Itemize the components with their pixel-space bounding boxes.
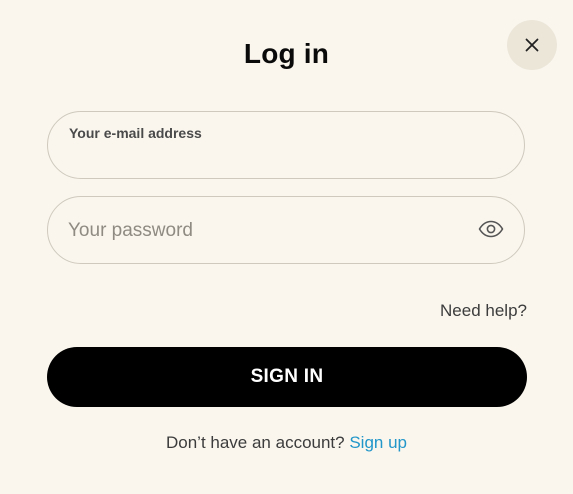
need-help-link[interactable]: Need help? (440, 301, 527, 321)
eye-icon (478, 220, 504, 243)
password-field[interactable] (47, 196, 525, 264)
email-input[interactable] (68, 144, 464, 170)
sign-up-link[interactable]: Sign up (349, 433, 407, 452)
show-password-button[interactable] (478, 218, 504, 244)
email-field[interactable]: Your e-mail address (47, 111, 525, 179)
page-title: Log in (243, 38, 330, 69)
sign-in-button[interactable]: SIGN IN (47, 347, 527, 407)
email-field-label: Your e-mail address (69, 125, 202, 141)
login-dialog: Log in Your e-mail address Need help? SI… (0, 0, 573, 494)
signup-prompt-text: Don’t have an account? (165, 433, 345, 452)
signup-prompt: Don’t have an account? Sign up (0, 433, 573, 453)
password-input[interactable] (68, 218, 464, 244)
